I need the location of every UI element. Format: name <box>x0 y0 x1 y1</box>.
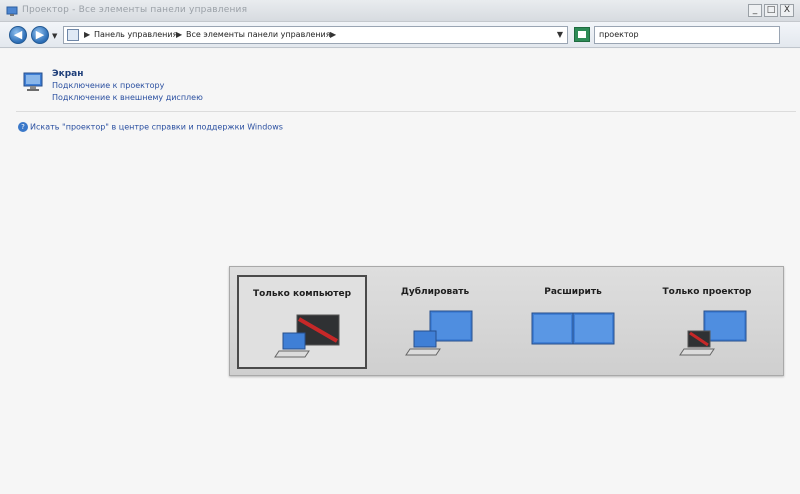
option-projector-only[interactable]: Только проектор <box>642 275 772 369</box>
recent-pages-dropdown-icon[interactable]: ▼ <box>52 32 57 40</box>
address-bar: ◀ ▶ ▼ ▶ Панель управления ▶ Все элементы… <box>0 22 800 48</box>
connect-external-display-link[interactable]: Подключение к внешнему дисплею <box>52 93 203 102</box>
option-label: Дублировать <box>400 287 470 297</box>
divider <box>16 111 796 112</box>
option-label: Только проектор <box>662 287 752 297</box>
option-extend[interactable]: Расширить <box>508 275 638 369</box>
refresh-button[interactable] <box>574 27 590 42</box>
option-label: Расширить <box>544 287 602 297</box>
breadcrumb-separator-icon[interactable]: ▶ <box>176 30 182 39</box>
control-panel-window: Проектор - Все элементы панели управлени… <box>0 0 800 494</box>
minimize-button[interactable]: _ <box>748 4 762 17</box>
help-search-link[interactable]: ? Искать "проектор" в центре справки и по… <box>18 122 283 133</box>
address-dropdown-icon[interactable]: ▼ <box>557 30 563 39</box>
extend-icon <box>531 312 615 345</box>
projector-only-icon <box>679 310 747 356</box>
control-panel-icon <box>67 29 79 41</box>
option-duplicate[interactable]: Дублировать <box>370 275 500 369</box>
breadcrumb-control-panel[interactable]: Панель управления <box>94 30 177 39</box>
breadcrumb[interactable]: ▶ Панель управления ▶ Все элементы панел… <box>63 26 568 44</box>
back-button[interactable]: ◀ <box>9 26 27 44</box>
title-bar: Проектор - Все элементы панели управлени… <box>0 0 800 22</box>
forward-button[interactable]: ▶ <box>31 26 49 44</box>
help-search-text[interactable]: Искать "проектор" в центре справки и под… <box>30 123 283 132</box>
breadcrumb-separator-icon[interactable]: ▶ <box>84 30 90 39</box>
maximize-button[interactable]: □ <box>764 4 778 17</box>
option-label: Только компьютер <box>252 289 352 299</box>
display-icon <box>23 72 43 91</box>
option-computer-only[interactable]: Только компьютер <box>237 275 367 369</box>
breadcrumb-separator-icon[interactable]: ▶ <box>330 30 336 39</box>
duplicate-icon <box>405 310 473 356</box>
result-title[interactable]: Экран <box>52 69 83 79</box>
search-input[interactable]: проектор <box>594 26 780 44</box>
projector-app-icon <box>6 6 18 16</box>
projector-switcher: Только компьютер Дублировать Расширить Т… <box>229 266 784 376</box>
breadcrumb-all-items[interactable]: Все элементы панели управления <box>186 30 331 39</box>
computer-only-icon <box>274 314 340 358</box>
window-title: Проектор - Все элементы панели управлени… <box>22 5 248 15</box>
close-button[interactable]: X <box>780 4 794 17</box>
connect-projector-link[interactable]: Подключение к проектору <box>52 81 164 90</box>
help-icon: ? <box>18 122 28 132</box>
